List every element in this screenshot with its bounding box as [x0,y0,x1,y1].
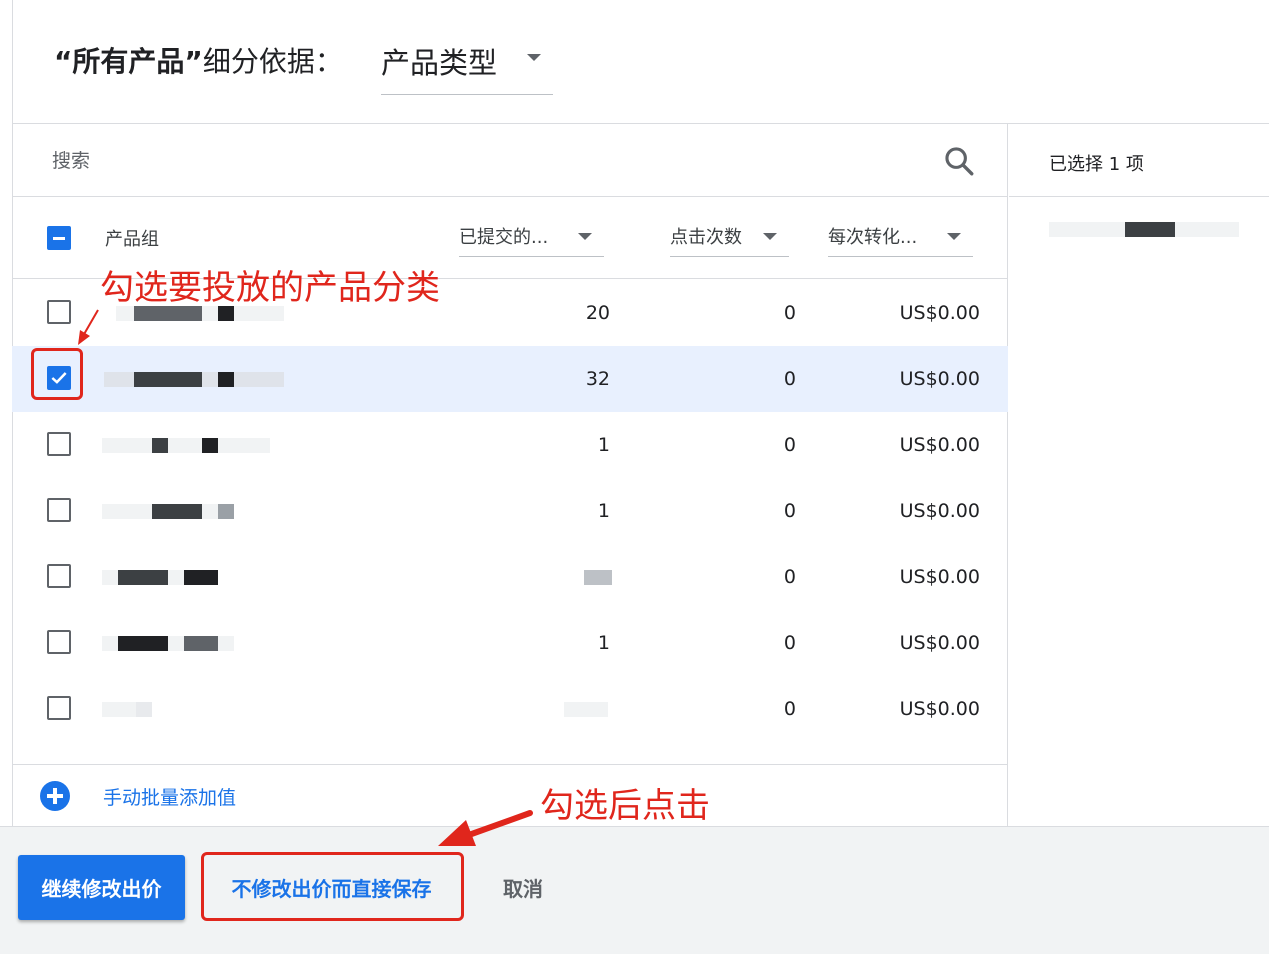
column-header-submitted-label: 已提交的... [459,227,549,248]
row-checkbox[interactable] [47,564,71,588]
dialog-header: “所有产品”细分依据： 产品类型 [12,0,1269,124]
cost-cell: US$0.00 [899,500,980,522]
submitted-cell: 20 [585,302,610,324]
table-row[interactable]: 1 0 US$0.00 [12,412,1008,478]
title-quote: “所有产品” [54,45,203,78]
table-row[interactable]: 0 US$0.00 [12,544,1008,610]
column-header-clicks[interactable]: 点击次数 [670,223,789,257]
annotation-highlight-checkbox [31,348,83,400]
bulk-add-values-link[interactable]: 手动批量添加值 [103,783,236,810]
submitted-cell: 32 [585,368,610,390]
row-checkbox[interactable] [47,432,71,456]
search-bar [12,124,1008,197]
clicks-cell: 0 [783,632,796,654]
chevron-down-icon [578,233,592,240]
clicks-cell: 0 [783,302,796,324]
column-header-clicks-label: 点击次数 [670,227,742,248]
column-header-submitted[interactable]: 已提交的... [459,223,604,257]
table-row[interactable]: 1 0 US$0.00 [12,478,1008,544]
column-header-product-group: 产品组 [105,229,159,250]
clicks-cell: 0 [783,434,796,456]
search-icon[interactable] [942,144,976,178]
page-title: “所有产品”细分依据： [54,40,343,80]
add-values-row: 手动批量添加值 [12,764,1008,826]
action-bar: 继续修改出价 不修改出价而直接保存 取消 [0,826,1269,954]
clicks-cell: 0 [783,500,796,522]
chevron-down-icon [527,54,541,61]
column-header-cost-label: 每次转化... [828,227,918,248]
select-all-checkbox[interactable] [47,226,71,250]
table-row[interactable]: 1 0 US$0.00 [12,610,1008,676]
search-input[interactable] [52,144,912,178]
add-circle-icon[interactable] [40,781,70,811]
cost-cell: US$0.00 [899,368,980,390]
table-row[interactable]: 0 US$0.00 [12,676,1008,742]
cost-cell: US$0.00 [899,566,980,588]
row-checkbox[interactable] [47,696,71,720]
submitted-cell: 1 [597,434,610,456]
row-checkbox[interactable] [47,300,71,324]
annotation-select-hint: 勾选要投放的产品分类 [100,268,440,308]
selected-count: 已选择 1 项 [1049,154,1144,175]
clicks-cell: 0 [783,698,796,720]
product-table-pane: 产品组 已提交的... 点击次数 每次转化... 20 0 US$0.00 [12,124,1008,826]
annotation-click-hint: 勾选后点击 [540,786,710,826]
row-checkbox[interactable] [47,498,71,522]
table-row-selected[interactable]: 32 0 US$0.00 [12,346,1008,412]
dimension-select[interactable]: 产品类型 [381,38,553,95]
submitted-cell: 1 [597,500,610,522]
dimension-select-value: 产品类型 [381,46,498,80]
title-suffix: 细分依据： [202,45,343,78]
selection-header: 已选择 1 项 [1009,124,1269,197]
chevron-down-icon [947,233,961,240]
cost-cell: US$0.00 [899,434,980,456]
clicks-cell: 0 [783,566,796,588]
cost-cell: US$0.00 [899,632,980,654]
annotation-highlight-save-button [201,852,464,921]
cost-cell: US$0.00 [899,302,980,324]
continue-edit-bid-button[interactable]: 继续修改出价 [18,855,185,920]
cost-cell: US$0.00 [899,698,980,720]
chevron-down-icon [763,233,777,240]
column-header-cost-per-conversion[interactable]: 每次转化... [828,223,973,257]
row-checkbox[interactable] [47,630,71,654]
submitted-cell: 1 [597,632,610,654]
selection-pane: 已选择 1 项 [1009,124,1269,826]
clicks-cell: 0 [783,368,796,390]
cancel-button[interactable]: 取消 [486,855,560,920]
